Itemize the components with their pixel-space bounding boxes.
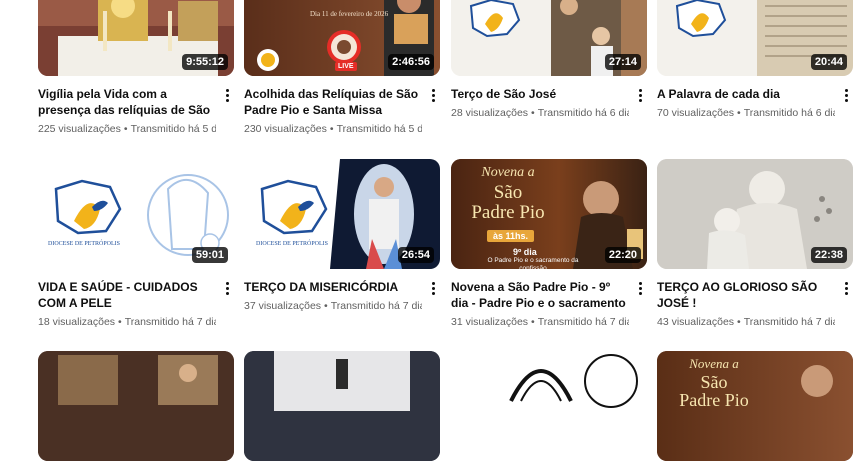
stream-time: Transmitido há 5 dias xyxy=(130,123,216,135)
video-thumbnail[interactable]: Dia 11 de fevereiro de 2026 LIVE 2:46:56 xyxy=(244,0,440,76)
video-title[interactable]: Terço de São José xyxy=(451,86,629,102)
thumbnail-image xyxy=(451,351,647,461)
video-duration: 26:54 xyxy=(397,247,434,263)
video-meta: 28 visualizações • Transmitido há 6 dias xyxy=(451,106,629,120)
video-meta: 70 visualizações • Transmitido há 6 dias xyxy=(657,106,835,120)
video-duration: 2:46:56 xyxy=(388,54,434,70)
video-card[interactable]: 22:38 TERÇO AO GLORIOSO SÃO JOSÉ ! 43 vi… xyxy=(657,159,853,329)
video-thumbnail[interactable]: 20:44 xyxy=(657,0,853,76)
video-duration: 22:38 xyxy=(810,247,847,263)
video-card[interactable]: 20:44 A Palavra de cada dia 70 visualiza… xyxy=(657,0,853,120)
video-thumbnail[interactable]: DIOCESE DE PETRÓPOLIS 59:01 xyxy=(38,159,234,269)
video-thumbnail[interactable]: Novena a São Padre Pio às 11hs. 9º dia O… xyxy=(451,159,647,269)
video-thumbnail[interactable]: 22:38 xyxy=(657,159,853,269)
video-duration: 59:01 xyxy=(191,247,228,263)
video-title[interactable]: A Palavra de cada dia xyxy=(657,86,835,102)
stream-time: Transmitido há 6 dias xyxy=(743,107,835,119)
view-count: 37 visualizações xyxy=(244,300,322,312)
video-duration: 20:44 xyxy=(810,54,847,70)
video-card[interactable] xyxy=(38,351,234,461)
video-thumbnail[interactable]: Novena a São Padre Pio xyxy=(657,351,853,461)
video-title[interactable]: Novena a São Padre Pio - 9º dia - Padre … xyxy=(451,279,629,311)
thumbnail-image xyxy=(38,351,234,461)
video-meta: 43 visualizações • Transmitido há 7 dias xyxy=(657,315,835,329)
video-thumbnail[interactable]: DIOCESE DE PETRÓPOLIS 26:54 xyxy=(244,159,440,269)
thumbnail-day: 9º dia xyxy=(513,247,537,257)
more-options-icon[interactable] xyxy=(220,86,234,104)
video-title[interactable]: Acolhida das Relíquias de São Padre Pio … xyxy=(244,86,422,118)
thumbnail-image xyxy=(244,351,440,461)
stream-time: Transmitido há 7 dias xyxy=(330,300,422,312)
video-card[interactable]: Novena a São Padre Pio xyxy=(657,351,853,461)
view-count: 43 visualizações xyxy=(657,316,735,328)
video-meta: 37 visualizações • Transmitido há 7 dias xyxy=(244,299,422,313)
thumbnail-heading-line: Padre Pio xyxy=(471,202,545,223)
more-options-icon[interactable] xyxy=(426,279,440,297)
thumbnail-heading-line: Novena a xyxy=(689,356,739,371)
view-count: 18 visualizações xyxy=(38,316,116,328)
thumbnail-caption: O Padre Pio e o sacramento da confissão xyxy=(487,257,579,269)
live-badge: LIVE xyxy=(335,62,357,71)
thumbnail-heading-line: São xyxy=(493,182,523,203)
stream-time: Transmitido há 7 dias xyxy=(743,316,835,328)
view-count: 70 visualizações xyxy=(657,107,735,119)
video-thumbnail[interactable] xyxy=(38,351,234,461)
thumbnail-heading-line: São xyxy=(700,372,728,392)
view-count: 28 visualizações xyxy=(451,107,529,119)
video-card[interactable]: DIOCESE DE PETRÓPOLIS 59:01 VIDA E SAÚDE… xyxy=(38,159,234,329)
video-meta: 18 visualizações • Transmitido há 7 dias xyxy=(38,315,216,329)
video-card[interactable]: 9:55:12 Vigília pela Vida com a presença… xyxy=(38,0,234,136)
more-options-icon[interactable] xyxy=(633,279,647,297)
video-meta: 225 visualizações•Transmitido há 5 dias xyxy=(38,122,216,136)
video-duration: 9:55:12 xyxy=(182,54,228,70)
video-title[interactable]: TERÇO DA MISERICÓRDIA xyxy=(244,279,422,295)
view-count: 225 visualizações xyxy=(38,123,121,135)
view-count: 230 visualizações xyxy=(244,123,327,135)
thumbnail-heading-line: Padre Pio xyxy=(679,390,749,410)
thumbnail-heading: Novena a São Padre Pio xyxy=(675,355,753,409)
video-card[interactable] xyxy=(244,351,440,461)
video-title[interactable]: Vigília pela Vida com a presença das rel… xyxy=(38,86,216,118)
video-card[interactable]: DIOCESE DE PETRÓPOLIS 26:54 TERÇO DA MIS… xyxy=(244,159,440,313)
thumbnail-heading: Novena a São Padre Pio xyxy=(469,163,547,223)
video-thumbnail[interactable]: 27:14 xyxy=(451,0,647,76)
video-title[interactable]: VIDA E SAÚDE - CUIDADOS COM A PELE xyxy=(38,279,216,311)
video-card[interactable]: Dia 11 de fevereiro de 2026 LIVE 2:46:56… xyxy=(244,0,440,136)
stream-time: Transmitido há 5 dias xyxy=(336,123,422,135)
more-options-icon[interactable] xyxy=(839,279,853,297)
more-options-icon[interactable] xyxy=(633,86,647,104)
video-card[interactable] xyxy=(451,351,647,461)
video-duration: 22:20 xyxy=(604,247,641,263)
stream-time: Transmitido há 7 dias xyxy=(124,316,216,328)
video-thumbnail[interactable] xyxy=(451,351,647,461)
more-options-icon[interactable] xyxy=(220,279,234,297)
video-meta: 230 visualizações•Transmitido há 5 dias xyxy=(244,122,422,136)
more-options-icon[interactable] xyxy=(426,86,440,104)
video-duration: 27:14 xyxy=(604,54,641,70)
thumbnail-heading-line: Novena a xyxy=(481,165,535,180)
diocese-logo-text: DIOCESE DE PETRÓPOLIS xyxy=(256,241,329,247)
view-count: 31 visualizações xyxy=(451,316,529,328)
video-thumbnail[interactable] xyxy=(244,351,440,461)
more-options-icon[interactable] xyxy=(839,86,853,104)
video-title[interactable]: TERÇO AO GLORIOSO SÃO JOSÉ ! xyxy=(657,279,835,311)
video-card[interactable]: Novena a São Padre Pio às 11hs. 9º dia O… xyxy=(451,159,647,329)
thumbnail-time-badge: às 11hs. xyxy=(487,230,535,242)
thumbnail-subtitle: Dia 11 de fevereiro de 2026 xyxy=(310,10,389,18)
video-meta: 31 visualizações • Transmitido há 7 dias xyxy=(451,315,629,329)
video-card[interactable]: 27:14 Terço de São José 28 visualizações… xyxy=(451,0,647,120)
stream-time: Transmitido há 7 dias xyxy=(537,316,629,328)
diocese-logo-text: DIOCESE DE PETRÓPOLIS xyxy=(48,241,121,247)
stream-time: Transmitido há 6 dias xyxy=(537,107,629,119)
video-thumbnail[interactable]: 9:55:12 xyxy=(38,0,234,76)
